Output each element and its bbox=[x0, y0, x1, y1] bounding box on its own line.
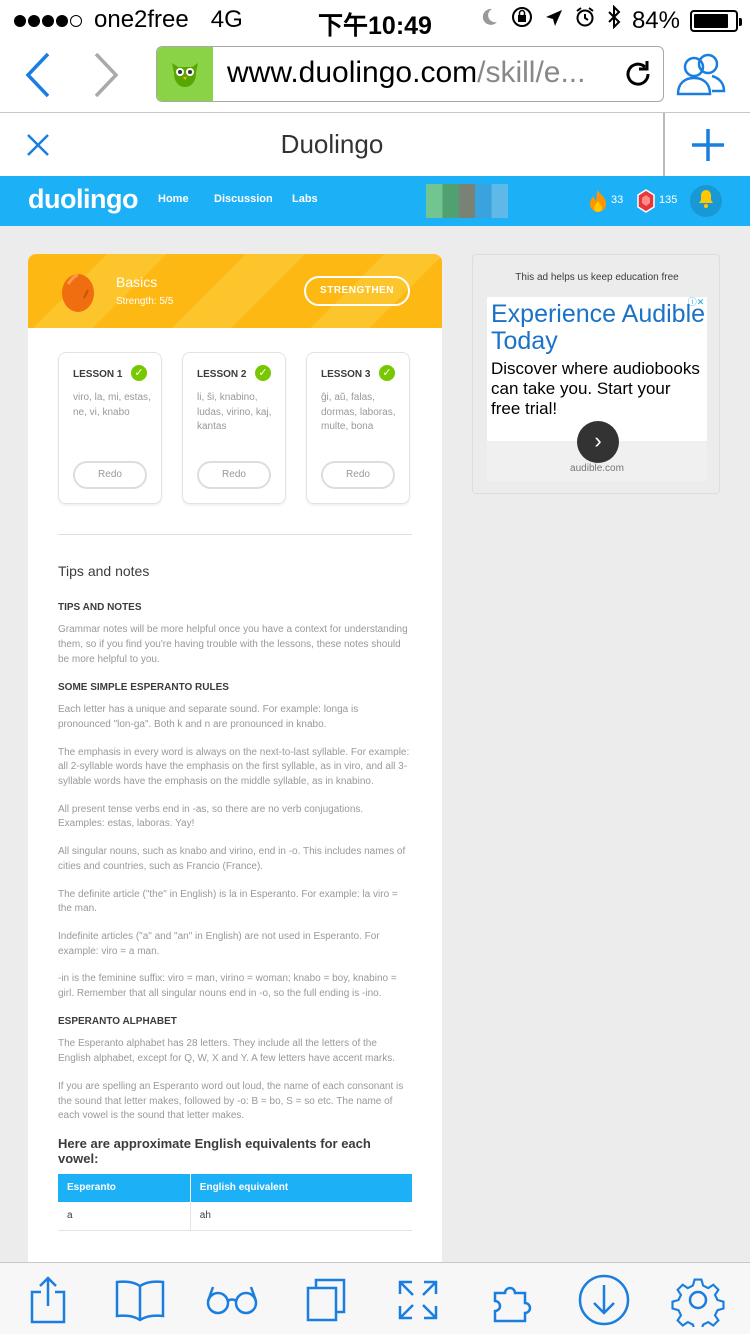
rotation-lock-icon bbox=[510, 5, 534, 36]
people-icon[interactable] bbox=[674, 50, 728, 105]
table-cell: ah bbox=[189, 1202, 412, 1231]
tips-paragraph: -in is the feminine suffix: viro = man, … bbox=[58, 973, 397, 1000]
tab-title[interactable]: Duolingo bbox=[0, 129, 664, 160]
skill-header: Basics Strength: 5/5 STRENGTHEN bbox=[28, 254, 442, 328]
lesson-words: ĝi, aŭ, falas, dormas, laboras, multe, b… bbox=[321, 392, 396, 432]
location-icon bbox=[544, 7, 564, 35]
settings-icon[interactable] bbox=[668, 1273, 728, 1327]
bluetooth-icon bbox=[606, 4, 622, 36]
streak-flame-icon[interactable] bbox=[588, 189, 608, 218]
tips-paragraph: Grammar notes will be more helpful once … bbox=[58, 624, 408, 665]
tips-paragraph: If you are spelling an Esperanto word ou… bbox=[58, 1080, 404, 1122]
duolingo-owl-icon bbox=[157, 47, 213, 101]
glasses-icon[interactable] bbox=[202, 1273, 262, 1327]
redo-button[interactable]: Redo bbox=[321, 461, 395, 489]
lesson-words: li, ŝi, knabino, ludas, virino, kaj, kan… bbox=[197, 392, 272, 432]
ad-body: Discover where audiobooks can take you. … bbox=[491, 359, 700, 418]
tips-paragraph: The emphasis in every word is always on … bbox=[58, 746, 410, 788]
ad-domain[interactable]: audible.com bbox=[487, 463, 707, 474]
moon-icon bbox=[478, 6, 500, 35]
page-content: Basics Strength: 5/5 STRENGTHEN LESSON 1… bbox=[0, 226, 750, 1262]
reload-icon[interactable] bbox=[623, 59, 653, 94]
check-icon: ✓ bbox=[131, 365, 147, 381]
redo-button[interactable]: Redo bbox=[73, 461, 147, 489]
skill-card: Basics Strength: 5/5 STRENGTHEN LESSON 1… bbox=[28, 254, 442, 1262]
tips-paragraph: All singular nouns, such as knabo and vi… bbox=[58, 846, 406, 872]
battery-icon bbox=[690, 9, 742, 32]
egg-skill-icon bbox=[60, 268, 96, 319]
extension-icon[interactable] bbox=[482, 1273, 542, 1327]
section-heading: ESPERANTO ALPHABET bbox=[58, 1015, 177, 1027]
tips-paragraph: All present tense verbs end in -as, so t… bbox=[58, 803, 364, 830]
vowel-heading: Here are approximate English equivalents… bbox=[58, 1135, 371, 1166]
nav-labs[interactable]: Labs bbox=[292, 193, 318, 205]
lesson-title: LESSON 2 bbox=[197, 369, 247, 380]
lesson-words: viro, la, mi, estas, ne, vi, knabo bbox=[73, 392, 151, 418]
table-header-row: Esperanto English equivalent bbox=[58, 1174, 412, 1203]
lesson-title: LESSON 1 bbox=[73, 369, 123, 380]
streak-count: 33 bbox=[611, 194, 624, 206]
tips-title: Tips and notes bbox=[58, 563, 150, 579]
share-icon[interactable] bbox=[18, 1273, 78, 1327]
tips-and-notes: Tips and notes TIPS AND NOTES Grammar no… bbox=[58, 564, 412, 1231]
gem-icon[interactable] bbox=[637, 189, 655, 218]
bell-icon bbox=[697, 189, 715, 214]
nav-discussion[interactable]: Discussion bbox=[214, 193, 273, 205]
table-header: Esperanto bbox=[58, 1174, 191, 1203]
battery-percent: 84% bbox=[631, 6, 680, 34]
alarm-icon bbox=[574, 6, 596, 35]
ad-label: This ad helps us keep education free bbox=[515, 272, 679, 283]
url-path: /skill/e... bbox=[477, 56, 586, 89]
table-header: English equivalent bbox=[189, 1174, 412, 1203]
address-field[interactable]: www.duolingo.com/skill/e... bbox=[156, 46, 664, 102]
table-cell: a bbox=[58, 1202, 191, 1231]
blurred-username[interactable] bbox=[426, 184, 508, 218]
forward-button[interactable] bbox=[88, 50, 124, 105]
ad-creative[interactable]: ⓘ✕ Experience Audible Today Discover whe… bbox=[487, 297, 707, 481]
lesson-card-2: LESSON 2 ✓ li, ŝi, knabino, ludas, virin… bbox=[182, 352, 286, 504]
check-icon: ✓ bbox=[379, 365, 395, 381]
tips-paragraph: Each letter has a unique and separate so… bbox=[58, 704, 359, 730]
check-icon: ✓ bbox=[255, 365, 271, 381]
browser-url-bar: www.duolingo.com/skill/e... bbox=[0, 40, 750, 112]
lesson-card-1: LESSON 1 ✓ viro, la, mi, estas, ne, vi, … bbox=[58, 352, 162, 504]
ad-panel: This ad helps us keep education free ⓘ✕ … bbox=[472, 254, 720, 494]
duolingo-logo[interactable]: duolingo bbox=[28, 184, 138, 215]
ad-headline[interactable]: Experience Audible Today bbox=[491, 301, 707, 355]
tabs-icon[interactable] bbox=[296, 1273, 356, 1327]
section-heading: TIPS AND NOTES bbox=[58, 601, 142, 613]
status-bar: one2free 4G 下午10:49 84% bbox=[0, 0, 750, 40]
strengthen-button[interactable]: STRENGTHEN bbox=[304, 276, 410, 306]
browser-toolbar bbox=[0, 1262, 750, 1334]
back-button[interactable] bbox=[20, 50, 56, 105]
book-icon[interactable] bbox=[110, 1273, 170, 1327]
download-icon[interactable] bbox=[574, 1273, 634, 1327]
section-heading: SOME SIMPLE ESPERANTO RULES bbox=[58, 681, 229, 693]
duolingo-nav: duolingo Home Discussion Labs 33 135 bbox=[0, 176, 750, 226]
tips-paragraph: Indefinite articles ("a" and "an" in Eng… bbox=[58, 930, 380, 957]
tab-separator bbox=[663, 113, 665, 177]
redo-button[interactable]: Redo bbox=[197, 461, 271, 489]
url-host: www.duolingo.com bbox=[227, 56, 478, 89]
skill-name: Basics bbox=[116, 274, 158, 290]
notifications-button[interactable] bbox=[690, 185, 722, 217]
lesson-card-3: LESSON 3 ✓ ĝi, aŭ, falas, dormas, labora… bbox=[306, 352, 410, 504]
nav-home[interactable]: Home bbox=[158, 193, 189, 205]
lesson-title: LESSON 3 bbox=[321, 369, 371, 380]
chevron-right-icon[interactable]: › bbox=[577, 421, 619, 463]
new-tab-icon[interactable] bbox=[690, 127, 726, 168]
divider bbox=[58, 534, 412, 535]
browser-tab-bar: Duolingo bbox=[0, 112, 750, 177]
tips-paragraph: The Esperanto alphabet has 28 letters. T… bbox=[58, 1038, 396, 1065]
gem-count: 135 bbox=[659, 194, 678, 206]
table-row: a ah bbox=[58, 1202, 412, 1231]
fullscreen-icon[interactable] bbox=[388, 1273, 448, 1327]
vowel-table: Esperanto English equivalent a ah bbox=[58, 1174, 412, 1231]
tips-paragraph: The definite article ("the" in English) … bbox=[58, 888, 398, 915]
skill-strength: Strength: 5/5 bbox=[116, 296, 174, 307]
